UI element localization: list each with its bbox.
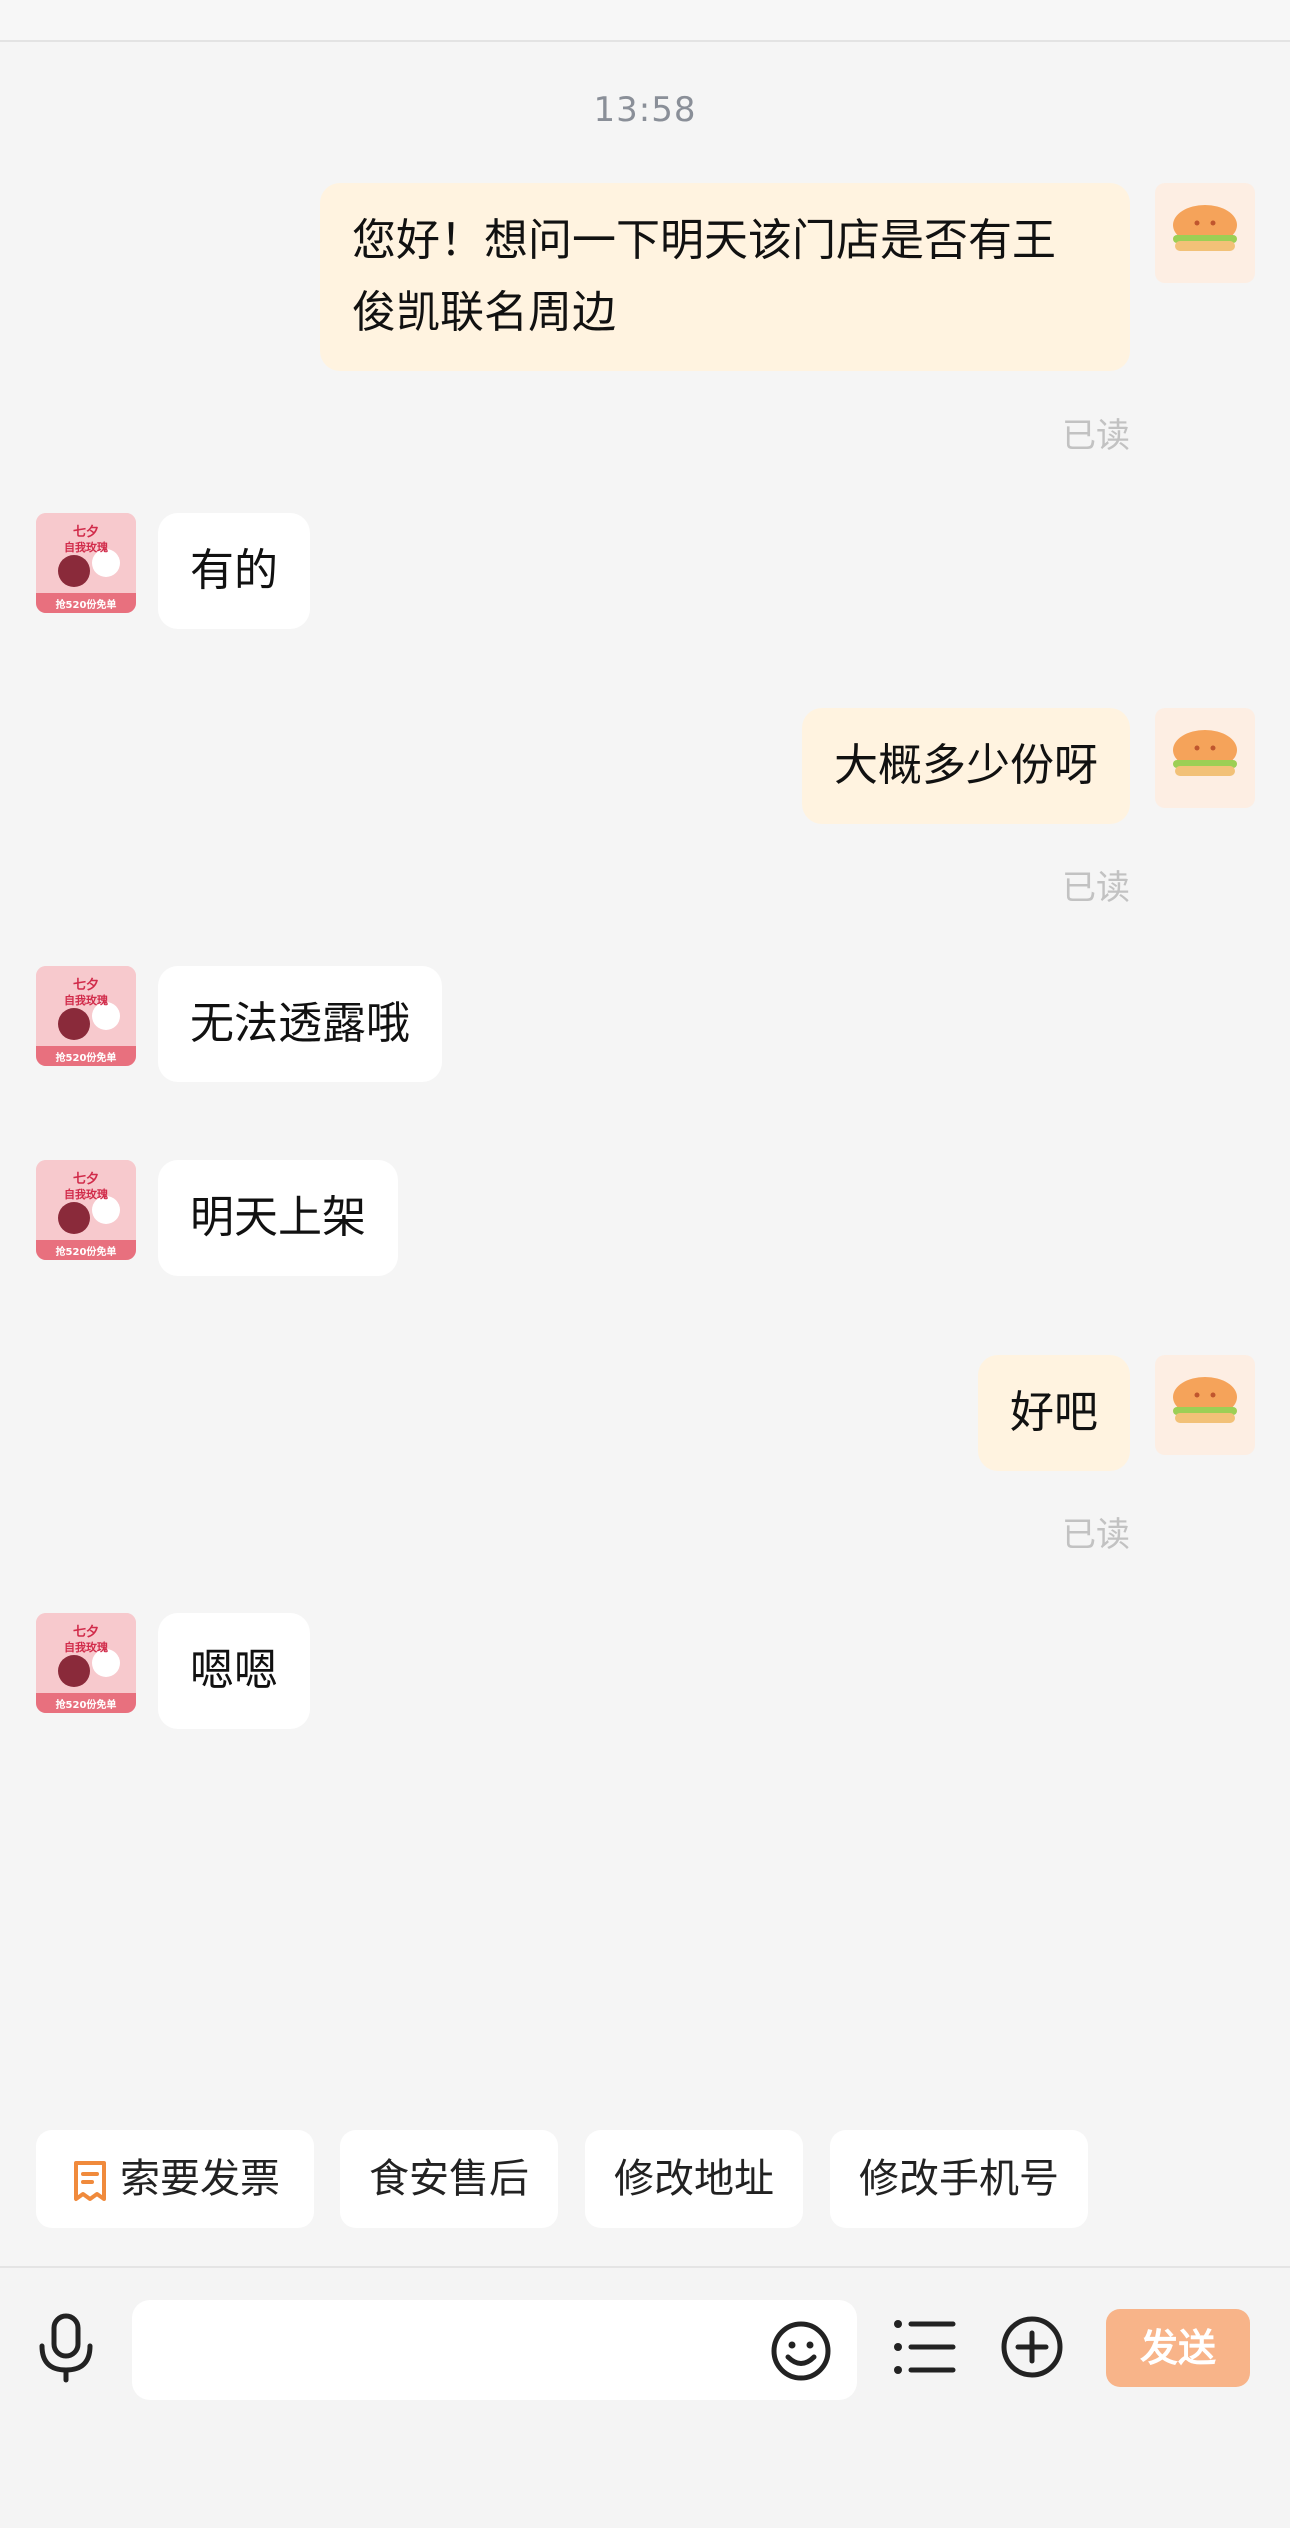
shop-avatar-title: 七夕 bbox=[72, 1172, 99, 1187]
message-text: 嗯嗯 bbox=[190, 1645, 278, 1696]
my-avatar[interactable] bbox=[1155, 1355, 1255, 1455]
burger-avatar-icon bbox=[1173, 730, 1237, 776]
shop-avatar-promo: 抢520份免单 bbox=[55, 600, 117, 611]
shop-avatar-subtitle: 自我玫瑰 bbox=[64, 541, 108, 554]
shop-avatar-promo: 抢520份免单 bbox=[55, 1247, 117, 1258]
burger-avatar-icon bbox=[1173, 205, 1237, 251]
message-bubble-shop[interactable]: 明天上架 bbox=[158, 1160, 398, 1276]
message-bubble-me[interactable]: 您好！想问一下明天该门店是否有王 俊凯联名周边 bbox=[320, 183, 1130, 371]
quick-reply-food-safety[interactable]: 食安售后 bbox=[340, 2130, 558, 2228]
read-receipt: 已读 bbox=[1062, 1515, 1130, 1555]
shop-avatar-subtitle: 自我玫瑰 bbox=[64, 994, 108, 1007]
top-bar bbox=[0, 0, 1290, 42]
message-text: 明天上架 bbox=[190, 1192, 366, 1243]
microphone-icon bbox=[39, 2313, 93, 2383]
read-receipt: 已读 bbox=[1062, 868, 1130, 908]
quick-reply-label: 索要发票 bbox=[120, 2156, 280, 2202]
message-text: 无法透露哦 bbox=[190, 998, 410, 1049]
message-input[interactable] bbox=[162, 2300, 766, 2402]
quick-reply-invoice[interactable]: 索要发票 bbox=[36, 2130, 314, 2228]
my-avatar[interactable] bbox=[1155, 708, 1255, 808]
quick-reply-label: 修改地址 bbox=[614, 2156, 774, 2202]
message-text: 大概多少份呀 bbox=[834, 740, 1098, 791]
voice-button[interactable] bbox=[34, 2312, 98, 2388]
shop-avatar-subtitle: 自我玫瑰 bbox=[64, 1188, 108, 1201]
shop-avatar-subtitle: 自我玫瑰 bbox=[64, 1641, 108, 1654]
shop-avatar-title: 七夕 bbox=[72, 978, 99, 993]
read-receipt: 已读 bbox=[1062, 416, 1130, 456]
message-text: 好吧 bbox=[1010, 1387, 1098, 1438]
message-bubble-me[interactable]: 大概多少份呀 bbox=[802, 708, 1130, 824]
receipt-icon bbox=[74, 2161, 106, 2201]
message-text: 您好！想问一下明天该门店是否有王 bbox=[352, 215, 1056, 266]
chat-timestamp: 13:58 bbox=[593, 90, 697, 130]
burger-avatar-icon bbox=[1173, 1377, 1237, 1423]
shop-avatar-promo: 抢520份免单 bbox=[55, 1700, 117, 1711]
message-bubble-shop[interactable]: 无法透露哦 bbox=[158, 966, 442, 1082]
more-button[interactable] bbox=[1000, 2315, 1064, 2383]
my-avatar[interactable] bbox=[1155, 183, 1255, 283]
shop-avatar-promo: 抢520份免单 bbox=[55, 1053, 117, 1064]
list-menu-icon bbox=[894, 2320, 956, 2374]
quick-reply-label: 食安售后 bbox=[369, 2156, 529, 2202]
shop-avatar[interactable]: 七夕 自我玫瑰 抢520份免单 bbox=[36, 513, 136, 613]
emoji-icon bbox=[771, 2321, 831, 2381]
message-text: 俊凯联名周边 bbox=[352, 287, 616, 338]
message-text: 有的 bbox=[190, 545, 278, 596]
quick-reply-change-phone[interactable]: 修改手机号 bbox=[830, 2130, 1088, 2228]
quick-reply-change-address[interactable]: 修改地址 bbox=[585, 2130, 803, 2228]
input-bar: 发送 bbox=[0, 2266, 1290, 2528]
quick-reply-label: 修改手机号 bbox=[859, 2156, 1059, 2202]
shop-avatar-title: 七夕 bbox=[72, 525, 99, 540]
plus-circle-icon bbox=[1001, 2316, 1063, 2378]
shop-avatar-title: 七夕 bbox=[72, 1625, 99, 1640]
shop-avatar[interactable]: 七夕 自我玫瑰 抢520份免单 bbox=[36, 966, 136, 1066]
menu-list-button[interactable] bbox=[893, 2318, 957, 2380]
shop-avatar[interactable]: 七夕 自我玫瑰 抢520份免单 bbox=[36, 1613, 136, 1713]
send-button[interactable]: 发送 bbox=[1106, 2309, 1250, 2387]
message-bubble-shop[interactable]: 嗯嗯 bbox=[158, 1613, 310, 1729]
emoji-button[interactable] bbox=[770, 2320, 832, 2386]
shop-avatar[interactable]: 七夕 自我玫瑰 抢520份免单 bbox=[36, 1160, 136, 1260]
message-bubble-me[interactable]: 好吧 bbox=[978, 1355, 1130, 1471]
message-bubble-shop[interactable]: 有的 bbox=[158, 513, 310, 629]
message-input-box[interactable] bbox=[132, 2300, 857, 2402]
